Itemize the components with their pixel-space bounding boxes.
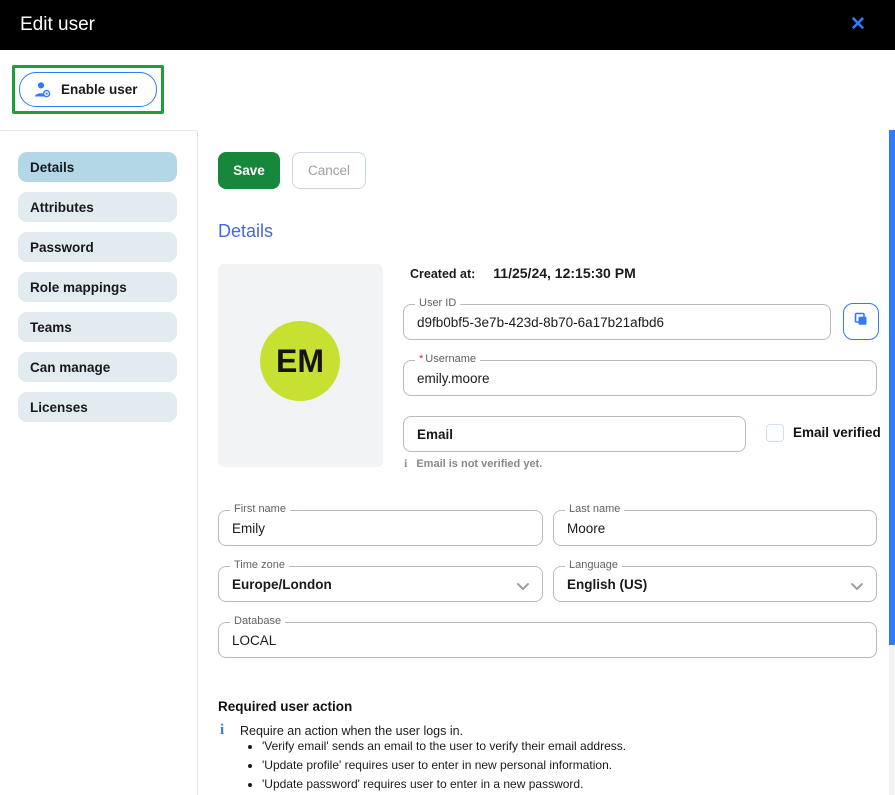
info-icon: i [220,722,224,739]
sidebar-right-divider [197,131,198,795]
sidebar-item-password[interactable]: Password [18,232,177,262]
avatar-panel: EM [218,264,383,467]
email-verified-label: Email verified [793,425,881,440]
required-action-heading: Required user action [218,699,352,714]
created-at-value: 11/25/24, 12:15:30 PM [493,265,635,281]
first-name-field-wrap: First name [218,510,543,546]
avatar: EM [260,321,340,401]
sidebar-item-can-manage[interactable]: Can manage [18,352,177,382]
enable-user-button[interactable]: Enable user [19,72,157,107]
scrollbar-thumb[interactable] [889,130,895,645]
user-id-input[interactable] [404,305,830,339]
email-input[interactable] [404,417,745,451]
copy-icon [853,312,869,331]
sidebar-item-details[interactable]: Details [18,152,177,182]
database-field-wrap: Database [218,622,877,658]
created-at-row: Created at: 11/25/24, 12:15:30 PM [410,265,636,281]
cancel-button[interactable]: Cancel [292,152,366,189]
chevron-down-icon [850,579,864,597]
database-input[interactable] [219,623,876,657]
username-input[interactable] [404,361,876,395]
required-action-bullet: 'Update profile' requires user to enter … [262,756,626,775]
dialog-title: Edit user [20,0,95,50]
last-name-input[interactable] [554,511,876,545]
sidebar-item-attributes[interactable]: Attributes [18,192,177,222]
required-action-intro: Require an action when the user logs in. [240,724,463,738]
enable-user-label: Enable user [61,82,138,97]
time-zone-select[interactable]: Time zone Europe/London [218,566,543,602]
sidebar-item-role-mappings[interactable]: Role mappings [18,272,177,302]
required-action-bullet: 'Update password' requires user to enter… [262,775,626,794]
save-button[interactable]: Save [218,152,280,189]
close-icon[interactable]: ✕ [845,12,871,38]
chevron-down-icon [516,579,530,597]
email-note-row: i Email is not verified yet. [404,456,542,471]
user-id-field-wrap: User ID [403,304,831,340]
copy-user-id-button[interactable] [843,303,879,340]
dialog-header: Edit user ✕ [0,0,895,50]
person-status-icon [34,81,52,98]
language-value: English (US) [567,567,647,601]
username-field-wrap: *Username [403,360,877,396]
section-title: Details [218,221,273,242]
created-at-label: Created at: [410,267,475,281]
time-zone-value: Europe/London [232,567,332,601]
email-note-text: Email is not verified yet. [416,458,542,470]
language-select[interactable]: Language English (US) [553,566,877,602]
edit-user-dialog: Edit user ✕ Enable user Details Attribut… [0,0,895,795]
first-name-input[interactable] [219,511,542,545]
enable-user-highlight: Enable user [12,65,164,114]
email-verified-checkbox[interactable] [766,424,784,442]
sidebar-top-divider [0,130,197,131]
required-action-list: 'Verify email' sends an email to the use… [244,737,626,794]
email-field-wrap [403,416,746,452]
last-name-field-wrap: Last name [553,510,877,546]
info-icon: i [404,456,407,471]
sidebar-item-teams[interactable]: Teams [18,312,177,342]
required-action-bullet: 'Verify email' sends an email to the use… [262,737,626,756]
sidebar-item-licenses[interactable]: Licenses [18,392,177,422]
